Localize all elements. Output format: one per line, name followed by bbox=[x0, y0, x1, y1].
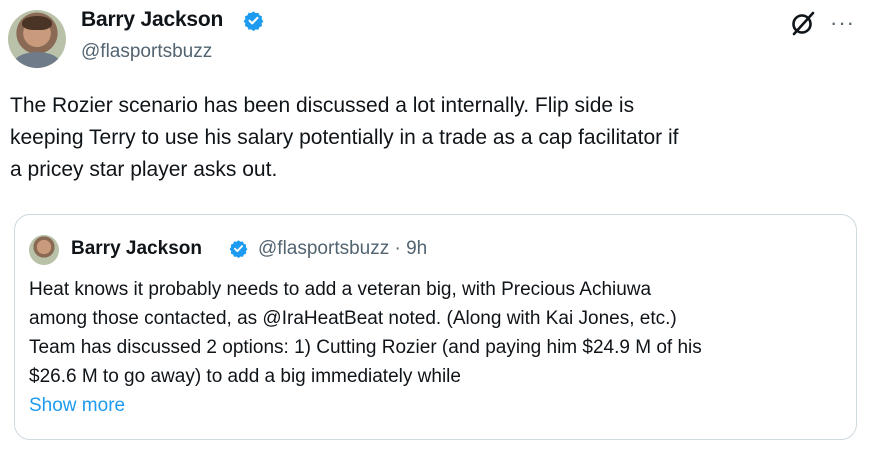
quoted-handle-time: @flasportsbuzz · 9h bbox=[258, 238, 428, 259]
verified-badge-icon bbox=[229, 240, 248, 258]
tweet-line: a pricey star player asks out. bbox=[10, 158, 278, 181]
show-more-link[interactable]: Show more bbox=[29, 395, 125, 417]
tweet-line: keeping Terry to use his salary potentia… bbox=[10, 126, 679, 149]
quoted-avatar[interactable] bbox=[29, 235, 59, 265]
author-avatar[interactable] bbox=[8, 10, 66, 68]
verified-badge-icon bbox=[243, 11, 264, 31]
quoted-line: among those contacted, as @IraHeatBeat n… bbox=[29, 308, 677, 329]
quoted-line: $26.6 M to go away) to add a big immedia… bbox=[29, 366, 461, 387]
quoted-line: Heat knows it probably needs to add a ve… bbox=[29, 279, 652, 300]
avatar-hair bbox=[22, 16, 52, 30]
quoted-line: Team has discussed 2 options: 1) Cutting… bbox=[29, 337, 702, 358]
tweet-text: The Rozier scenario has been discussed a… bbox=[10, 90, 860, 186]
quoted-tweet[interactable]: Barry Jackson @flasportsbuzz · 9h Heat k… bbox=[14, 214, 857, 440]
tweet-line: The Rozier scenario has been discussed a… bbox=[10, 94, 635, 117]
quoted-text: Heat knows it probably needs to add a ve… bbox=[29, 275, 849, 391]
author-name[interactable]: Barry Jackson bbox=[81, 8, 223, 32]
more-options-icon[interactable]: ··· bbox=[830, 12, 855, 34]
grok-icon[interactable] bbox=[790, 10, 816, 36]
quoted-author-name: Barry Jackson bbox=[71, 238, 202, 259]
avatar-shirt bbox=[14, 52, 60, 68]
author-handle[interactable]: @flasportsbuzz bbox=[81, 41, 212, 63]
